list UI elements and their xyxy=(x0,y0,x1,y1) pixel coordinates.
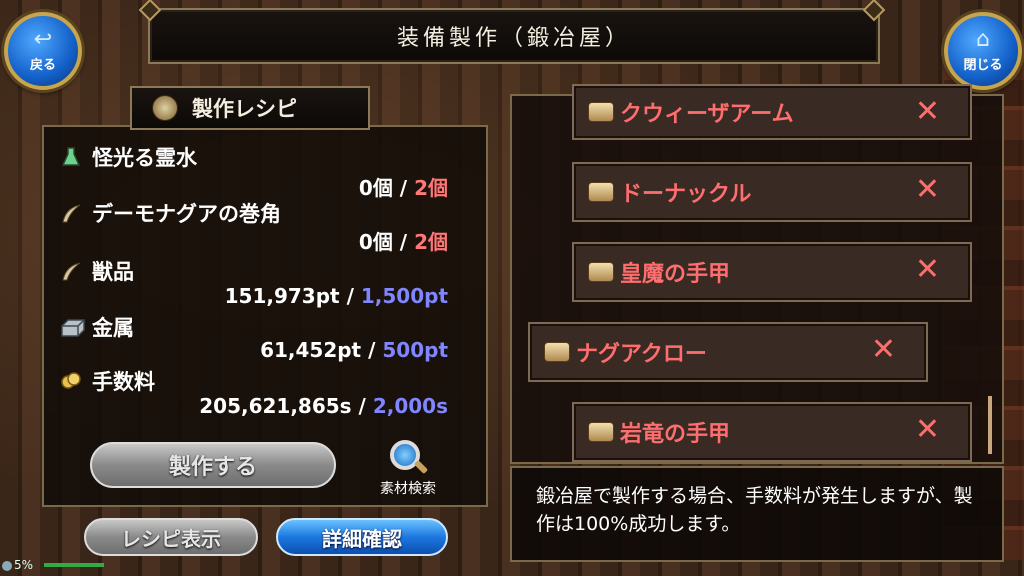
craft-button[interactable]: 製作する xyxy=(90,442,336,488)
list-scrollbar[interactable] xyxy=(988,396,992,454)
material-row: 金属 61,452pt / 500pt xyxy=(60,312,460,368)
material-search-button[interactable]: 素材検索 xyxy=(368,436,448,500)
material-name: 金属 xyxy=(92,316,134,340)
coins-icon xyxy=(61,372,81,389)
back-arrow-icon: ↩ xyxy=(33,27,53,52)
separator: / xyxy=(358,394,366,418)
scroll-icon xyxy=(588,102,614,122)
item-name: クウィーザアーム xyxy=(620,102,794,127)
message-text: 鍛冶屋で製作する場合、手数料が発生しますが、製作は100%成功します。 xyxy=(536,485,973,535)
recipe-show-button[interactable]: レシピ表示 xyxy=(84,518,258,556)
material-name: 手数料 xyxy=(92,370,155,394)
battery-bar xyxy=(44,563,104,567)
material-quantity: 61,452pt / 500pt xyxy=(260,338,448,362)
battery-icon xyxy=(2,560,12,571)
material-owned: 205,621,865s xyxy=(199,394,352,418)
material-required: 500pt xyxy=(382,338,448,362)
material-required: 2,000s xyxy=(372,394,448,418)
recipe-book-icon xyxy=(152,95,178,121)
flask-icon xyxy=(61,147,81,166)
back-button[interactable]: ↩ 戻る xyxy=(4,12,82,90)
title-bar: 装備製作（鍛冶屋） xyxy=(148,8,880,64)
separator: / xyxy=(399,230,408,254)
close-button-label: 閉じる xyxy=(963,58,1003,73)
material-name: デーモナグアの巻角 xyxy=(92,202,281,226)
remove-icon[interactable]: ✕ xyxy=(915,94,940,129)
page-title: 装備製作（鍛冶屋） xyxy=(396,26,631,51)
remove-icon[interactable]: ✕ xyxy=(915,252,940,287)
material-quantity: 151,973pt / 1,500pt xyxy=(225,284,448,308)
material-quantity: 0個 / 2個 xyxy=(359,172,448,201)
material-row: デーモナグアの巻角 0個 / 2個 xyxy=(60,198,460,254)
message-box: 鍛冶屋で製作する場合、手数料が発生しますが、製作は100%成功します。 xyxy=(510,466,1004,562)
list-item[interactable]: クウィーザアーム ✕ xyxy=(572,84,972,140)
back-button-label: 戻る xyxy=(29,58,56,73)
material-quantity: 205,621,865s / 2,000s xyxy=(199,394,448,418)
close-button[interactable]: ⌂ 閉じる xyxy=(944,12,1022,90)
list-item[interactable]: 皇魔の手甲 ✕ xyxy=(572,242,972,302)
home-icon: ⌂ xyxy=(976,27,990,52)
separator: / xyxy=(346,284,354,308)
list-item[interactable]: ドーナックル ✕ xyxy=(572,162,972,222)
material-row: 怪光る霊水 0個 / 2個 xyxy=(60,142,460,201)
scroll-icon xyxy=(588,262,614,282)
material-required: 1,500pt xyxy=(360,284,448,308)
material-required: 2個 xyxy=(414,176,448,200)
scroll-icon xyxy=(544,342,570,362)
scroll-icon xyxy=(588,182,614,202)
detail-confirm-button[interactable]: 詳細確認 xyxy=(276,518,448,556)
horn-icon xyxy=(62,262,81,281)
recipe-heading-text: 製作レシピ xyxy=(192,97,297,121)
material-required: 2個 xyxy=(414,230,448,254)
ingot-icon xyxy=(61,319,85,337)
material-row: 手数料 205,621,865s / 2,000s xyxy=(60,366,460,422)
material-owned: 61,452pt xyxy=(260,338,362,362)
material-owned: 0個 xyxy=(358,176,393,200)
separator: / xyxy=(399,176,408,200)
material-owned: 0個 xyxy=(358,230,393,254)
remove-icon[interactable]: ✕ xyxy=(915,412,940,447)
magnifier-handle xyxy=(413,459,429,475)
list-item[interactable]: 岩竜の手甲 ✕ xyxy=(572,402,972,462)
list-item-selected[interactable]: ナグアクロー ✕ xyxy=(528,322,928,382)
material-owned: 151,973pt xyxy=(224,284,340,308)
horn-icon xyxy=(62,204,81,223)
separator: / xyxy=(368,338,376,362)
material-quantity: 0個 / 2個 xyxy=(359,226,448,255)
battery-text: 5% xyxy=(14,558,34,572)
material-name: 怪光る霊水 xyxy=(92,146,197,170)
battery-indicator: 5% xyxy=(2,558,104,572)
scroll-icon xyxy=(588,422,614,442)
material-name: 獣品 xyxy=(92,260,134,284)
item-name: ナグアクロー xyxy=(576,342,707,367)
material-row: 獣品 151,973pt / 1,500pt xyxy=(60,256,460,312)
recipe-heading: 製作レシピ xyxy=(130,86,370,130)
item-name: 皇魔の手甲 xyxy=(620,262,731,287)
material-search-label: 素材検索 xyxy=(380,481,436,497)
remove-icon[interactable]: ✕ xyxy=(915,172,940,207)
item-name: 岩竜の手甲 xyxy=(620,422,731,447)
item-name: ドーナックル xyxy=(620,182,752,207)
remove-icon[interactable]: ✕ xyxy=(871,332,896,367)
